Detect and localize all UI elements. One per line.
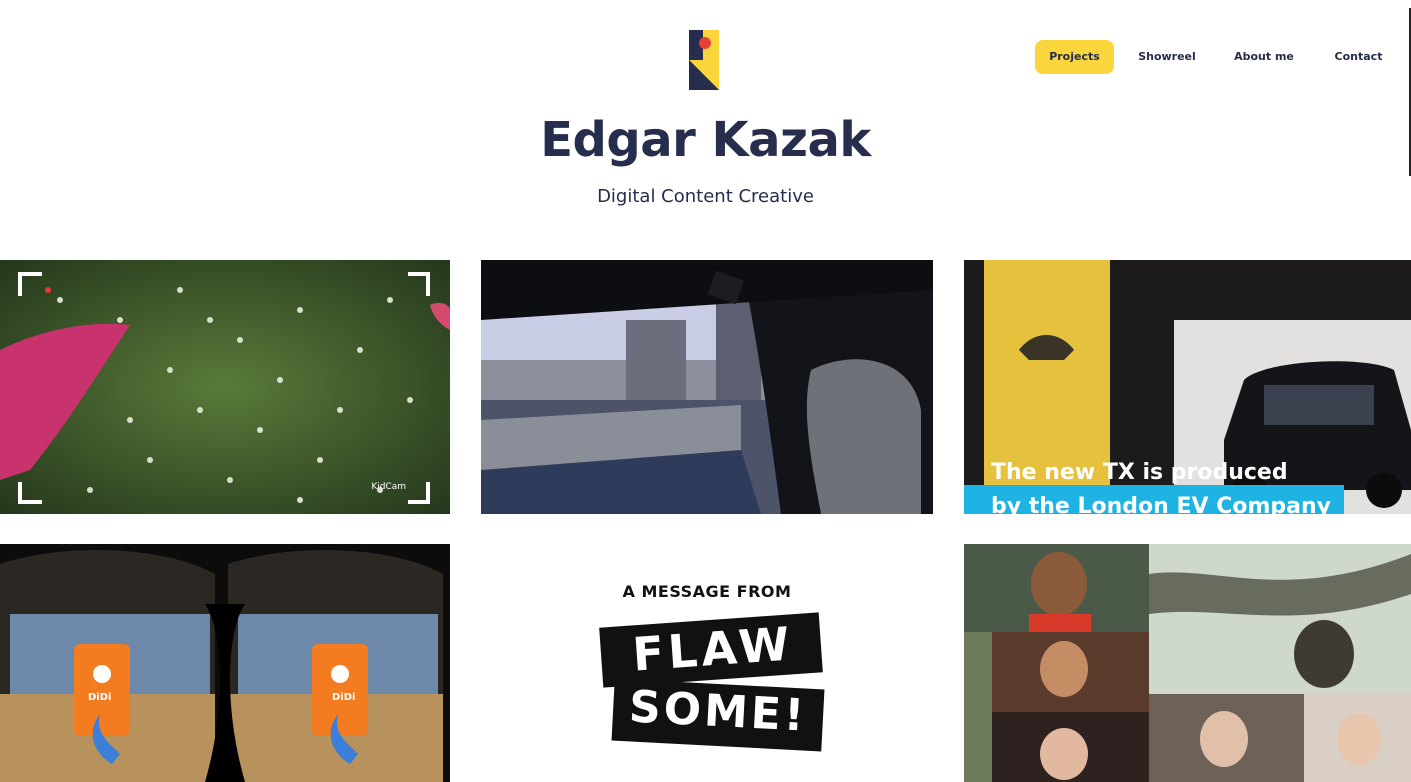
page-subtitle: Digital Content Creative bbox=[597, 186, 814, 207]
nav-projects[interactable]: Projects bbox=[1035, 40, 1114, 74]
site-logo[interactable] bbox=[689, 30, 719, 90]
levc-caption-line1: The new TX is produced bbox=[991, 460, 1288, 485]
taxi-ride-thumbnail bbox=[481, 260, 933, 514]
project-tile-didi-vr[interactable]: DiDi DiDi bbox=[0, 544, 450, 782]
project-tile-taxi-ride[interactable] bbox=[481, 260, 933, 514]
nav-about-me[interactable]: About me bbox=[1224, 40, 1304, 74]
project-tile-kidcam[interactable]: KidCam bbox=[0, 260, 450, 514]
page-title: Edgar Kazak bbox=[540, 112, 871, 168]
levc-caption-line2: by the London EV Company bbox=[991, 494, 1331, 514]
project-tile-collage[interactable] bbox=[964, 544, 1411, 782]
nav-contact[interactable]: Contact bbox=[1322, 40, 1395, 74]
kidcam-thumbnail bbox=[0, 260, 450, 514]
nav-showreel[interactable]: Showreel bbox=[1130, 40, 1204, 74]
didi-vr-thumbnail bbox=[0, 544, 450, 782]
didi-app-label-right: DiDi bbox=[332, 692, 356, 703]
flawsome-word2: SOME! bbox=[627, 681, 809, 742]
kidcam-watermark: KidCam bbox=[371, 482, 406, 492]
didi-app-label-left: DiDi bbox=[88, 692, 112, 703]
collage-thumbnail bbox=[964, 544, 1411, 782]
project-tile-levc[interactable]: The new TX is produced by the London EV … bbox=[964, 260, 1411, 514]
project-tile-flawsome[interactable]: A MESSAGE FROM FLAW SOME! bbox=[481, 544, 933, 782]
